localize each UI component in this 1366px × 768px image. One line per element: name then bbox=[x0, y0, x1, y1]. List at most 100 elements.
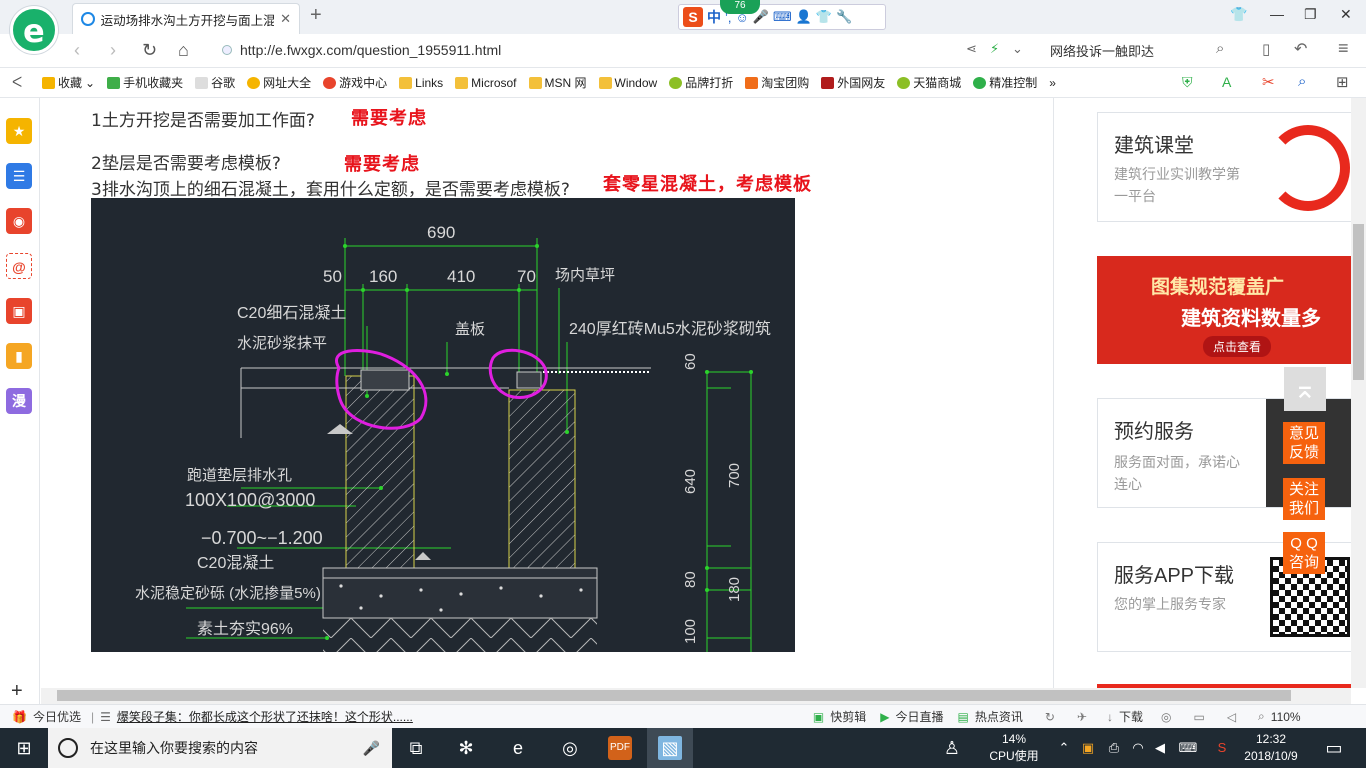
wifi-icon[interactable]: ◠ bbox=[1126, 736, 1150, 760]
fav-item[interactable]: 游戏中心 bbox=[323, 74, 387, 91]
download-link[interactable]: 下载 bbox=[1119, 708, 1143, 725]
browser-logo-icon[interactable]: e bbox=[10, 6, 58, 54]
site-info-icon[interactable] bbox=[222, 45, 232, 55]
add-icon[interactable]: + bbox=[11, 680, 23, 703]
weibo-icon[interactable]: ◉ bbox=[6, 208, 32, 234]
back-icon[interactable]: ‹ bbox=[74, 40, 80, 61]
fav-item[interactable]: 品牌打折 bbox=[669, 74, 733, 91]
ime-lang-toggle[interactable]: 中 bbox=[707, 7, 721, 27]
weather-temp-badge[interactable]: 76 bbox=[720, 0, 760, 14]
url-field[interactable]: http://e.fwxgx.com/question_1955911.html bbox=[222, 38, 952, 62]
tab-close-icon[interactable]: ✕ bbox=[280, 11, 291, 27]
refresh-status-icon[interactable]: ↻ bbox=[1045, 710, 1055, 724]
minimize-icon[interactable]: — bbox=[1270, 6, 1284, 22]
fav-item[interactable]: 天猫商城 bbox=[897, 74, 961, 91]
fav-item[interactable]: Window bbox=[598, 76, 657, 90]
magnifier-icon[interactable]: ⌕ bbox=[1298, 73, 1306, 90]
flash-icon[interactable]: ⚡ bbox=[990, 41, 999, 57]
image-viewer-icon[interactable]: ▧ bbox=[658, 736, 682, 760]
sidebar-toggle-icon[interactable]: ᐸ bbox=[12, 74, 22, 91]
today-picks[interactable]: 今日优选 bbox=[33, 708, 81, 725]
scroll-thumb[interactable] bbox=[1353, 224, 1364, 380]
taskbar-search[interactable]: 在这里输入你要搜索的内容 🎤 bbox=[48, 728, 392, 768]
mic-icon[interactable]: 🎤 bbox=[363, 740, 380, 757]
sogou-tray-icon[interactable]: S bbox=[1210, 736, 1234, 760]
browser-taskbar-icon[interactable]: e bbox=[506, 736, 530, 760]
star-icon[interactable]: ★ bbox=[6, 118, 32, 144]
complaint-link[interactable]: 网络投诉一触即达 bbox=[1050, 41, 1154, 60]
home-icon[interactable]: ⌂ bbox=[178, 40, 189, 61]
clip-link[interactable]: 快剪辑 bbox=[830, 708, 866, 725]
zoom-level[interactable]: 110% bbox=[1271, 710, 1301, 724]
sogou-ime-icon[interactable]: S bbox=[683, 7, 703, 27]
new-tab-button[interactable]: + bbox=[310, 4, 322, 27]
live-link[interactable]: 今日直播 bbox=[895, 708, 943, 725]
tray-app-icon[interactable]: ▣ bbox=[1076, 736, 1100, 760]
scissors-icon[interactable]: ✂ bbox=[1262, 73, 1275, 91]
window-icon[interactable]: ▭ bbox=[1193, 710, 1204, 724]
refresh-icon[interactable]: ↻ bbox=[142, 40, 157, 61]
phone-icon[interactable]: ▯ bbox=[1262, 40, 1270, 58]
dropdown-icon[interactable]: ⌄ bbox=[1012, 41, 1023, 57]
ie-icon[interactable]: ◎ bbox=[1161, 710, 1171, 724]
fav-item[interactable]: 淘宝团购 bbox=[745, 74, 809, 91]
url-text[interactable]: http://e.fwxgx.com/question_1955911.html bbox=[240, 42, 501, 58]
translate-icon[interactable]: A bbox=[1222, 74, 1231, 90]
fav-item[interactable]: 外国网友 bbox=[821, 74, 885, 91]
fav-item[interactable]: MSN 网 bbox=[528, 74, 587, 91]
list-icon[interactable]: ☰ bbox=[6, 163, 32, 189]
cad-drawing[interactable]: 690 50 160 410 70 场内草坪 C20细石混凝土 水泥砂浆抹平 盖… bbox=[91, 198, 795, 652]
notification-icon[interactable]: ▭ bbox=[1322, 736, 1346, 760]
task-view-icon[interactable]: ⧉ bbox=[404, 736, 428, 760]
close-window-icon[interactable]: ✕ bbox=[1340, 6, 1352, 23]
fav-item[interactable]: 精准控制 bbox=[973, 74, 1037, 91]
pin-icon[interactable]: ✈ bbox=[1077, 710, 1087, 724]
undo-icon[interactable]: ↶ bbox=[1294, 39, 1307, 59]
resource-banner[interactable]: 图集规范覆盖广 建筑资料数量多 点击查看 bbox=[1097, 256, 1352, 364]
pdf-icon[interactable]: PDF bbox=[608, 736, 632, 760]
follow-button[interactable]: 关注我们 bbox=[1283, 478, 1325, 520]
vertical-scrollbar[interactable] bbox=[1351, 98, 1366, 688]
banner-button[interactable]: 点击查看 bbox=[1203, 336, 1272, 357]
search-icon[interactable]: ⌕ bbox=[1216, 40, 1224, 57]
forward-icon[interactable]: › bbox=[110, 40, 116, 61]
game-icon[interactable]: ▣ bbox=[6, 298, 32, 324]
course-card[interactable]: 建筑课堂 建筑行业实训教学第一平台 bbox=[1097, 112, 1352, 222]
swirl-icon[interactable]: ◎ bbox=[558, 736, 582, 760]
fav-item[interactable]: 谷歌 bbox=[195, 74, 235, 91]
fav-more[interactable]: » bbox=[1049, 76, 1056, 90]
tray-up-icon[interactable]: ⌃ bbox=[1052, 736, 1076, 760]
maximize-icon[interactable]: ❐ bbox=[1304, 6, 1317, 23]
share-icon[interactable]: ⋖ bbox=[966, 41, 977, 57]
scroll-thumb[interactable] bbox=[57, 690, 1291, 701]
comic-icon[interactable]: 漫 bbox=[6, 388, 32, 414]
shield-icon[interactable]: ⛨ bbox=[1182, 74, 1193, 91]
speaker-icon[interactable]: ◀ bbox=[1148, 736, 1172, 760]
clock[interactable]: 12:32 2018/10/9 bbox=[1238, 731, 1304, 765]
tray-print-icon[interactable]: ⎙ bbox=[1102, 736, 1126, 760]
back-to-top-icon[interactable]: ⌅ bbox=[1284, 367, 1326, 411]
tab-active[interactable]: 运动场排水沟土方开挖与面上混凝 ✕ bbox=[72, 3, 300, 34]
book-icon[interactable]: ▮ bbox=[6, 343, 32, 369]
fav-item[interactable]: Links bbox=[399, 76, 443, 90]
feedback-button[interactable]: 意见反馈 bbox=[1283, 422, 1325, 464]
fav-item[interactable]: 网址大全 bbox=[247, 74, 311, 91]
keyboard-icon[interactable]: ⌨ bbox=[1176, 736, 1200, 760]
windows-start-icon[interactable]: ⊞ bbox=[12, 736, 36, 760]
fav-item[interactable]: Microsof bbox=[455, 76, 517, 90]
ime-tools-icon[interactable]: 🔧 bbox=[836, 9, 852, 25]
pinwheel-icon[interactable]: ✻ bbox=[454, 736, 478, 760]
horizontal-scrollbar[interactable] bbox=[41, 688, 1351, 704]
volume-icon[interactable]: ◁ bbox=[1227, 710, 1236, 724]
fav-item[interactable]: 手机收藏夹 bbox=[107, 74, 183, 91]
apps-icon[interactable]: ⊞ bbox=[1336, 73, 1349, 91]
ime-user-icon[interactable]: 👤 bbox=[796, 9, 812, 25]
qq-button[interactable]: Q Q咨询 bbox=[1283, 532, 1325, 574]
ime-keyboard-icon[interactable]: ⌨ bbox=[773, 9, 792, 25]
mail-icon[interactable]: @ bbox=[6, 253, 32, 279]
menu-icon[interactable]: ≡ bbox=[1338, 38, 1349, 59]
people-icon[interactable]: ♙ bbox=[940, 736, 964, 760]
hot-link[interactable]: 热点资讯 bbox=[975, 708, 1023, 725]
fav-item[interactable]: 收藏 ⌄ bbox=[42, 74, 95, 91]
shirt-icon[interactable]: 👕 bbox=[1230, 6, 1247, 23]
